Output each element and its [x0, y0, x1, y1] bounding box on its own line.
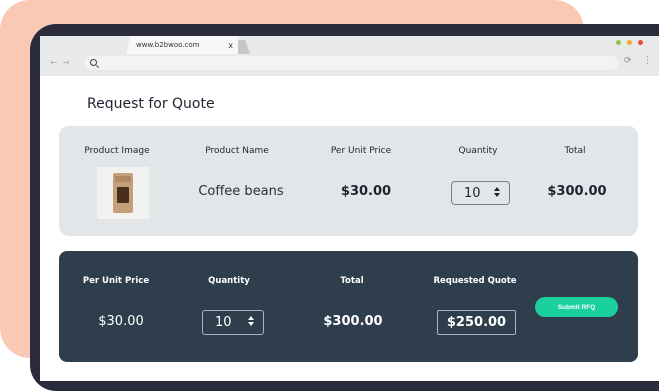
- summary-quantity-value: 10: [215, 315, 232, 330]
- minimize-dot-icon[interactable]: [627, 40, 632, 45]
- page-title: Request for Quote: [87, 96, 215, 112]
- tab-close-icon[interactable]: x: [228, 41, 233, 50]
- quantity-stepper[interactable]: 10: [451, 181, 510, 205]
- product-name: Coffee beans: [198, 184, 284, 199]
- menu-icon[interactable]: ⋮: [643, 56, 652, 66]
- summary-decrement-icon[interactable]: [248, 322, 254, 326]
- requested-quote-input[interactable]: $250.00: [437, 310, 516, 335]
- unit-price-value: $30.00: [340, 184, 392, 199]
- total-value: $300.00: [547, 184, 607, 199]
- stepper-arrows-icon[interactable]: [494, 187, 500, 197]
- forward-icon[interactable]: →: [63, 58, 70, 67]
- browser-tab[interactable]: www.b2bwoo.com x: [126, 36, 243, 54]
- header-product-image: Product Image: [84, 146, 150, 156]
- nav-buttons: ← →: [50, 58, 69, 67]
- summary-increment-icon[interactable]: [248, 316, 254, 320]
- reload-icon[interactable]: ⟳: [624, 56, 632, 66]
- header-unit-price: Per Unit Price: [330, 146, 392, 156]
- close-dot-icon[interactable]: [638, 40, 643, 45]
- summary-header-requested-quote: Requested Quote: [433, 276, 517, 286]
- summary-total: $300.00: [323, 314, 383, 329]
- increment-icon[interactable]: [494, 187, 500, 191]
- header-product-name: Product Name: [205, 146, 269, 156]
- header-total: Total: [564, 146, 586, 156]
- summary-quantity-stepper[interactable]: 10: [202, 310, 264, 335]
- maximize-dot-icon[interactable]: [616, 40, 621, 45]
- summary-header-quantity: Quantity: [208, 276, 250, 286]
- header-quantity: Quantity: [458, 146, 498, 156]
- search-icon: [90, 59, 97, 66]
- quantity-value: 10: [464, 185, 481, 201]
- summary-unit-price: $30.00: [98, 314, 144, 329]
- summary-header-total: Total: [340, 276, 364, 286]
- submit-rfq-button[interactable]: Submit RFQ: [535, 297, 618, 317]
- window-controls: [616, 40, 643, 45]
- address-bar[interactable]: [84, 56, 618, 70]
- decrement-icon[interactable]: [494, 193, 500, 197]
- coffee-bag-icon: [113, 173, 133, 213]
- product-image: [97, 167, 149, 219]
- summary-stepper-arrows-icon[interactable]: [248, 316, 254, 326]
- back-icon[interactable]: ←: [50, 58, 57, 67]
- summary-header-unit-price: Per Unit Price: [82, 276, 150, 286]
- tab-url: www.b2bwoo.com: [136, 41, 200, 49]
- stage: www.b2bwoo.com x ← → ⟳ ⋮ Request for Quo…: [0, 0, 659, 391]
